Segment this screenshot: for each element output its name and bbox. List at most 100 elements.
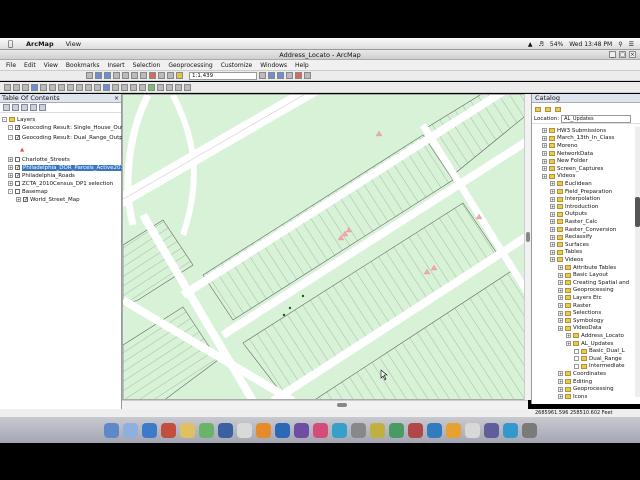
catalog-item[interactable]: + Videos: [542, 173, 575, 181]
expand-icon[interactable]: +: [558, 325, 563, 331]
map-scale-field[interactable]: 1:1,439: [189, 71, 257, 80]
maximize-button[interactable]: □: [619, 51, 626, 58]
location-field[interactable]: AL_Updates: [561, 114, 632, 123]
app-icon[interactable]: [331, 422, 347, 438]
catalog-item[interactable]: + HW3 Submissions: [542, 127, 606, 135]
scroll-thumb[interactable]: [635, 197, 640, 227]
catalog-item[interactable]: + Interpolation: [550, 195, 600, 203]
catalog-item[interactable]: + Raster_Calc: [550, 218, 597, 226]
battery-level[interactable]: 54%: [550, 41, 563, 48]
expand-icon[interactable]: +: [550, 257, 555, 263]
back-icon[interactable]: [535, 106, 541, 112]
list-by-drawing-order-icon[interactable]: [3, 104, 10, 111]
menu-geoprocessing[interactable]: Geoprocessing: [168, 62, 212, 69]
expand-icon[interactable]: +: [550, 211, 555, 217]
find-route-icon[interactable]: [148, 83, 155, 91]
expand-icon[interactable]: +: [550, 234, 555, 240]
catalog-item[interactable]: Basic_Dual_L: [574, 347, 625, 355]
catalog-item[interactable]: + Reclassify: [550, 233, 592, 241]
expand-icon[interactable]: +: [550, 219, 555, 225]
close-icon[interactable]: ×: [114, 94, 119, 103]
expand-icon[interactable]: +: [542, 143, 547, 149]
zoom-in-icon[interactable]: [4, 83, 11, 91]
expand-icon[interactable]: +: [542, 128, 547, 134]
wifi-icon[interactable]: ▲: [528, 41, 533, 48]
menu-edit[interactable]: Edit: [24, 62, 36, 69]
menu-insert[interactable]: Insert: [107, 62, 124, 69]
catalog-item[interactable]: + Creating Spatial and: [558, 279, 629, 287]
app-icon[interactable]: [312, 422, 328, 438]
menu-view[interactable]: View: [66, 40, 81, 48]
expand-icon[interactable]: +: [558, 310, 563, 316]
pan-icon[interactable]: [22, 83, 29, 91]
identify-icon[interactable]: [103, 83, 110, 91]
list-by-source-icon[interactable]: [12, 104, 19, 111]
catalog-item[interactable]: + Raster: [558, 302, 591, 310]
close-button[interactable]: ×: [629, 51, 636, 58]
toc-layer-group[interactable]: - Layers: [2, 116, 35, 123]
catalog-item[interactable]: + Basic Layout: [558, 271, 608, 279]
catalog-item[interactable]: + Euclidean: [550, 180, 592, 188]
expand-icon[interactable]: +: [558, 280, 563, 286]
catalog-item[interactable]: + Editing: [558, 378, 592, 386]
catalog-item[interactable]: + Raster_Conversion: [550, 226, 616, 234]
finder-icon[interactable]: [103, 422, 119, 438]
search-window-icon[interactable]: [286, 72, 293, 79]
app-icon[interactable]: [236, 422, 252, 438]
back-icon[interactable]: [58, 83, 65, 91]
redo-icon[interactable]: [167, 72, 174, 79]
app-icon[interactable]: [350, 422, 366, 438]
undo-icon[interactable]: [158, 72, 165, 79]
catalog-item[interactable]: + Attribute Tables: [558, 264, 616, 272]
menu-bookmarks[interactable]: Bookmarks: [66, 62, 100, 69]
python-icon[interactable]: [304, 72, 311, 79]
catalog-scrollbar[interactable]: [635, 127, 640, 397]
full-extent-icon[interactable]: [31, 83, 38, 91]
menu-customize[interactable]: Customize: [221, 62, 253, 69]
catalog-window-icon[interactable]: [277, 72, 284, 79]
expand-icon[interactable]: +: [558, 394, 563, 400]
app-icon[interactable]: [274, 422, 290, 438]
expand-icon[interactable]: [574, 356, 579, 362]
app-icon[interactable]: [255, 422, 271, 438]
cut-icon[interactable]: [122, 72, 129, 79]
catalog-item[interactable]: + Videos: [550, 256, 583, 264]
list-by-selection-icon[interactable]: [30, 104, 37, 111]
catalog-item[interactable]: + Address_Locato: [566, 332, 624, 340]
catalog-item[interactable]: + Outputs: [550, 211, 587, 219]
safari-icon[interactable]: [141, 422, 157, 438]
list-by-visibility-icon[interactable]: [21, 104, 28, 111]
time-slider-icon[interactable]: [166, 83, 173, 91]
catalog-item[interactable]: + Field_Preparation: [550, 188, 612, 196]
html-popup-icon[interactable]: [112, 83, 119, 91]
app-icon[interactable]: [293, 422, 309, 438]
copy-icon[interactable]: [131, 72, 138, 79]
options-icon[interactable]: [39, 104, 46, 111]
catalog-item[interactable]: + Geoprocessing: [558, 385, 614, 393]
toc-layer[interactable]: - ✓ Geocoding Result: Single_House_Output: [8, 124, 133, 131]
clear-selection-icon[interactable]: [85, 83, 92, 91]
app-icon[interactable]: [217, 422, 233, 438]
catalog-item[interactable]: + Layers Etc: [558, 294, 602, 302]
menu-selection[interactable]: Selection: [133, 62, 161, 69]
expand-icon[interactable]: +: [558, 295, 563, 301]
expand-icon[interactable]: +: [558, 386, 563, 392]
expand-icon[interactable]: +: [550, 242, 555, 248]
find-icon[interactable]: [130, 83, 137, 91]
measure-icon[interactable]: [121, 83, 128, 91]
volume-icon[interactable]: ♬: [538, 41, 543, 48]
catalog-item[interactable]: + Coordinates: [558, 370, 606, 378]
expand-icon[interactable]: [574, 348, 579, 354]
app-icon[interactable]: [369, 422, 385, 438]
scroll-thumb[interactable]: [337, 403, 347, 407]
print-icon[interactable]: [113, 72, 120, 79]
expand-icon[interactable]: +: [558, 272, 563, 278]
catalog-item[interactable]: + Tables: [550, 249, 582, 257]
expand-icon[interactable]: [574, 363, 579, 369]
expand-icon[interactable]: +: [550, 204, 555, 210]
new-document-icon[interactable]: [86, 72, 93, 79]
catalog-item[interactable]: + Introduction: [550, 203, 598, 211]
save-icon[interactable]: [104, 72, 111, 79]
expand-icon[interactable]: +: [566, 341, 571, 347]
toc-layer-selected[interactable]: + ✓ Philadelphia_DOR_Parcels_Active201302: [8, 164, 136, 171]
